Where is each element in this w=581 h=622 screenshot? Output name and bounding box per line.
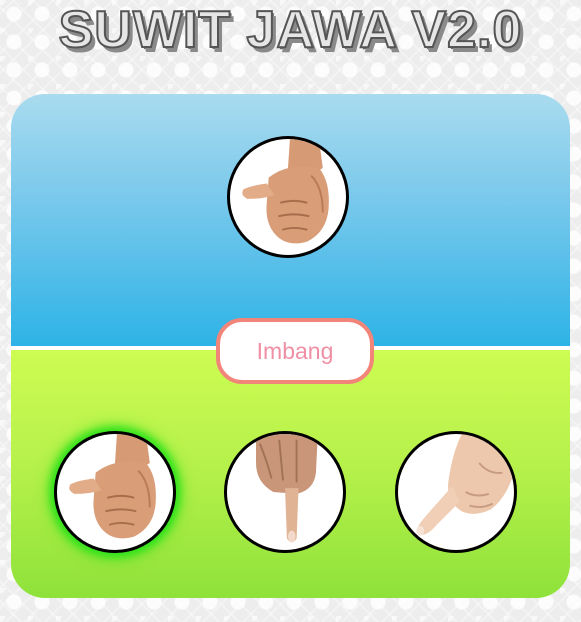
choice-thumb-button[interactable]	[54, 431, 176, 553]
choice-index-button[interactable]	[224, 431, 346, 553]
choice-pinky-button[interactable]	[395, 431, 517, 553]
thumb-fist-icon	[242, 139, 329, 244]
thumb-fist-icon	[69, 434, 156, 539]
index-finger-down-icon	[256, 434, 318, 543]
opponent-choice	[227, 136, 349, 258]
game-title: SUWIT JAWA V2.0	[58, 0, 523, 60]
pinky-finger-icon	[416, 434, 514, 536]
game-arena: Imbang	[11, 94, 570, 598]
result-badge: Imbang	[216, 318, 374, 384]
